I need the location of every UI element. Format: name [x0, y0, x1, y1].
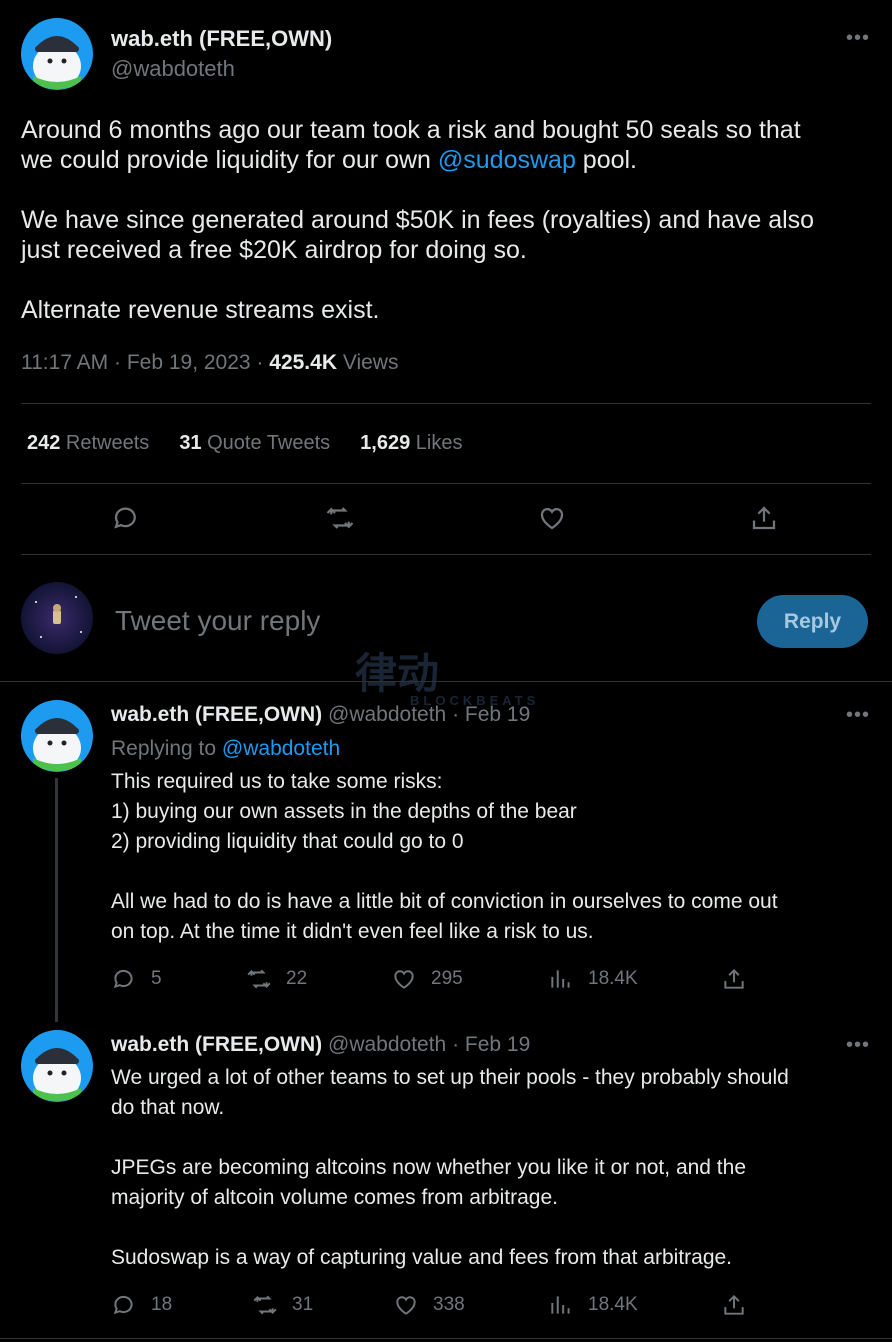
- replying-to-link[interactable]: @wabdoteth: [222, 737, 340, 760]
- views-action[interactable]: 18.4K: [548, 1292, 638, 1318]
- reply-input[interactable]: Tweet your reply: [115, 605, 320, 637]
- like-action[interactable]: 295: [391, 966, 463, 992]
- retweet-action[interactable]: 22: [246, 966, 307, 992]
- views-count: 18.4K: [588, 1294, 638, 1315]
- retweets-stat[interactable]: 242 Retweets: [27, 432, 149, 455]
- reply-button[interactable]: Reply: [757, 595, 868, 648]
- share-icon[interactable]: [749, 503, 779, 533]
- reply-text: This required us to take some risks: 1) …: [111, 770, 778, 943]
- display-name[interactable]: wab.eth (FREE,OWN): [111, 1033, 322, 1056]
- reply-icon[interactable]: [111, 503, 141, 533]
- avatar[interactable]: [21, 700, 93, 772]
- user-avatar[interactable]: [21, 582, 93, 654]
- watermark-main: 律动: [355, 650, 440, 697]
- quotes-stat[interactable]: 31 Quote Tweets: [179, 432, 330, 455]
- like-icon[interactable]: [537, 503, 567, 533]
- seal-avatar-icon: [21, 1030, 93, 1102]
- more-options-icon[interactable]: •••: [846, 28, 870, 48]
- bottom-divider: [0, 1338, 892, 1339]
- like-count: 295: [431, 968, 463, 989]
- handle-date[interactable]: @wabdoteth · Feb 19: [322, 1033, 530, 1056]
- divider: [21, 554, 871, 555]
- tweet-text: Around 6 months ago our team took a risk…: [21, 115, 881, 175]
- space-avatar-icon: [21, 582, 93, 654]
- retweet-count: 31: [292, 1294, 314, 1315]
- share-action[interactable]: [721, 1292, 747, 1318]
- tweet-timestamp[interactable]: 11:17 AM · Feb 19, 2023 ·: [21, 351, 269, 374]
- reply-header: wab.eth (FREE,OWN) @wabdoteth · Feb 19: [111, 703, 530, 727]
- reply-icon: [113, 969, 133, 989]
- like-count: 338: [433, 1294, 465, 1315]
- mention-link[interactable]: @sudoswap: [438, 146, 576, 174]
- reply-icon: [113, 1295, 133, 1315]
- tweet-paragraph-2: We have since generated around $50K in f…: [21, 206, 815, 264]
- seal-avatar-icon: [21, 700, 93, 772]
- views-count: 425.4K: [269, 351, 337, 374]
- retweet-count: 22: [286, 968, 308, 989]
- retweet-icon: [247, 969, 271, 989]
- display-name[interactable]: wab.eth (FREE,OWN): [111, 703, 322, 726]
- retweet-icon[interactable]: [325, 503, 355, 533]
- display-name[interactable]: wab.eth (FREE,OWN): [111, 26, 332, 52]
- like-action[interactable]: 338: [393, 1292, 465, 1318]
- likes-stat[interactable]: 1,629 Likes: [360, 432, 462, 455]
- views-action[interactable]: 18.4K: [548, 966, 638, 992]
- handle-date[interactable]: @wabdoteth · Feb 19: [322, 703, 530, 726]
- share-action[interactable]: [721, 966, 747, 992]
- divider: [21, 483, 871, 484]
- reply-count: 18: [151, 1294, 173, 1315]
- reply-count: 5: [151, 968, 162, 989]
- views-count: 18.4K: [588, 968, 638, 989]
- more-options-icon[interactable]: •••: [846, 1035, 870, 1055]
- avatar[interactable]: [21, 18, 93, 90]
- views-label: Views: [336, 351, 399, 374]
- divider: [21, 403, 871, 404]
- reply-action[interactable]: 18: [111, 1292, 172, 1318]
- like-icon: [394, 970, 414, 989]
- retweet-icon: [253, 1295, 277, 1315]
- more-options-icon[interactable]: •••: [846, 705, 870, 725]
- like-icon: [396, 1296, 416, 1315]
- tweet-line-2: we could provide liquidity for our own: [21, 146, 438, 174]
- retweet-action[interactable]: 31: [252, 1292, 313, 1318]
- tweet-line-2-end: pool.: [575, 146, 638, 174]
- engagement-stats: 242 Retweets 31 Quote Tweets 1,629 Likes: [27, 432, 462, 455]
- avatar[interactable]: [21, 1030, 93, 1102]
- handle[interactable]: @wabdoteth: [111, 56, 235, 82]
- tweet-meta: 11:17 AM · Feb 19, 2023 · 425.4K Views: [21, 351, 398, 375]
- reply-text: We urged a lot of other teams to set up …: [111, 1066, 789, 1269]
- share-icon: [724, 968, 744, 989]
- reply-header: wab.eth (FREE,OWN) @wabdoteth · Feb 19: [111, 1033, 530, 1057]
- tweet-paragraph-3: Alternate revenue streams exist.: [21, 296, 380, 324]
- views-icon: [551, 1296, 570, 1314]
- section-divider: [0, 681, 892, 682]
- thread-line: [55, 778, 58, 1022]
- reply-action[interactable]: 5: [111, 966, 162, 992]
- tweet-line-1: Around 6 months ago our team took a risk…: [21, 116, 801, 144]
- replying-to: Replying to @wabdoteth: [111, 737, 341, 760]
- views-icon: [551, 970, 570, 988]
- watermark: 律动 BLOCKBEATS: [355, 640, 539, 708]
- seal-avatar-icon: [21, 18, 93, 90]
- share-icon: [724, 1294, 744, 1315]
